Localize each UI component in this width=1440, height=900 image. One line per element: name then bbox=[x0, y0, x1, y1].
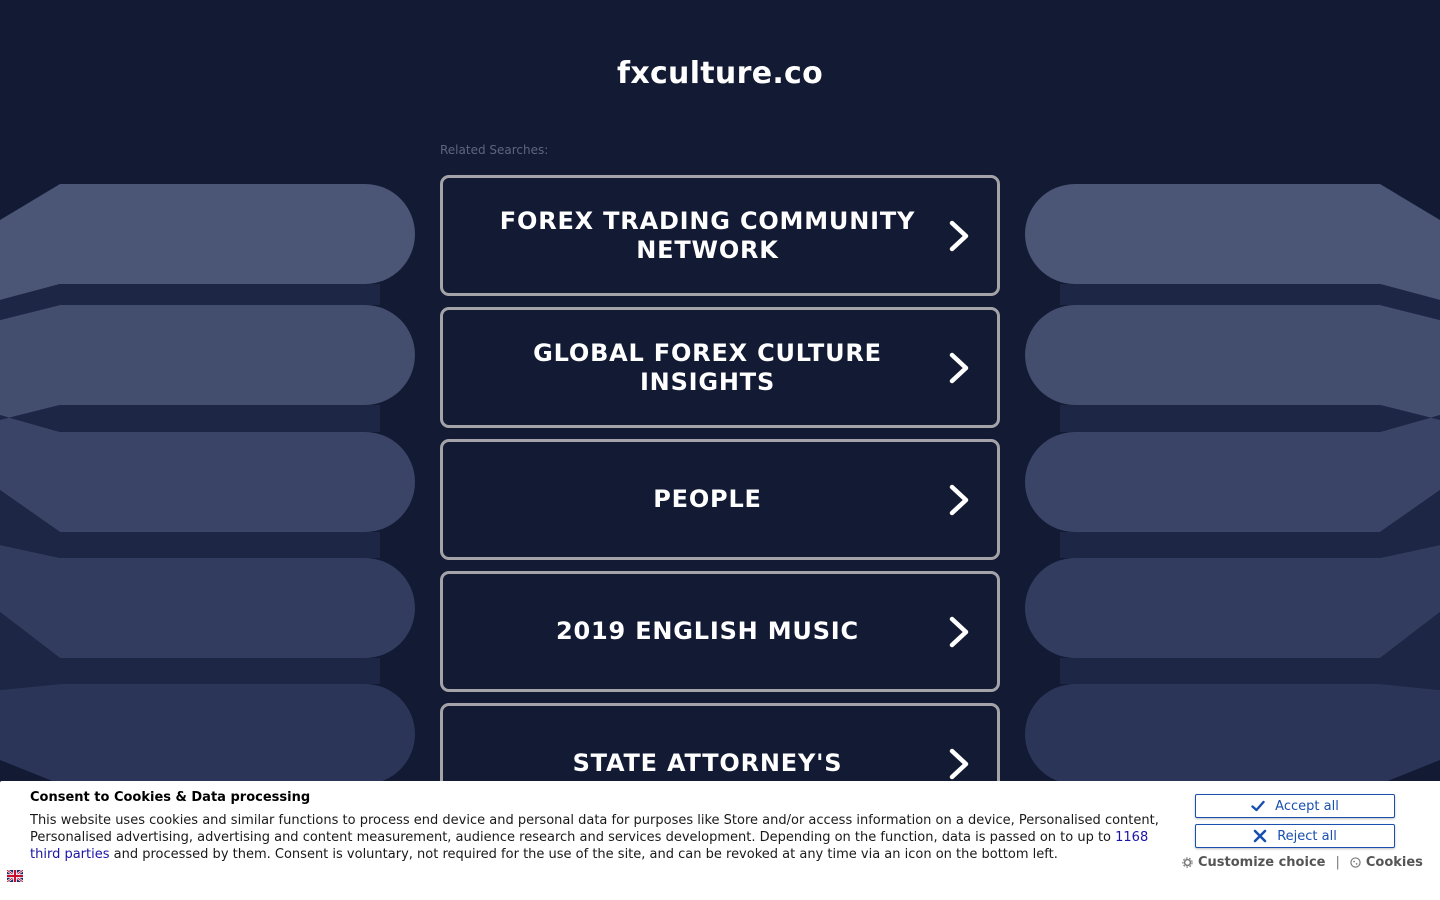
related-search-label: STATE ATTORNEY'S bbox=[572, 749, 843, 777]
chevron-right-icon bbox=[949, 220, 969, 251]
related-search-label: FOREX TRADING COMMUNITY NETWORK bbox=[499, 206, 916, 264]
cookies-label: Cookies bbox=[1365, 855, 1423, 870]
chevron-right-icon bbox=[949, 352, 969, 383]
related-searches-label: Related Searches: bbox=[440, 143, 549, 157]
related-search-link[interactable]: 2019 ENGLISH MUSIC bbox=[440, 571, 1000, 692]
consent-title: Consent to Cookies & Data processing bbox=[30, 790, 311, 805]
related-search-label: GLOBAL FOREX CULTURE INSIGHTS bbox=[533, 338, 882, 396]
customize-choice-label: Customize choice bbox=[1198, 855, 1326, 870]
cookie-consent-banner: Consent to Cookies & Data processing Thi… bbox=[0, 781, 1440, 900]
reject-all-label: Reject all bbox=[1277, 828, 1337, 844]
related-search-link[interactable]: FOREX TRADING COMMUNITY NETWORK bbox=[440, 175, 1000, 296]
checkmark-icon bbox=[1251, 800, 1265, 812]
related-searches: Related Searches: FOREX TRADING COMMUNIT… bbox=[440, 143, 1000, 835]
uk-flag-icon[interactable] bbox=[7, 870, 23, 882]
related-search-link[interactable]: GLOBAL FOREX CULTURE INSIGHTS bbox=[440, 307, 1000, 428]
cookies-link[interactable]: Cookies bbox=[1350, 855, 1423, 870]
consent-text-part: This website uses cookies and similar fu… bbox=[30, 813, 1159, 845]
chevron-right-icon bbox=[949, 484, 969, 515]
consent-description: This website uses cookies and similar fu… bbox=[30, 812, 1165, 863]
customize-choice-link[interactable]: Customize choice bbox=[1182, 855, 1325, 870]
site-header: fxculture.co bbox=[0, 56, 1440, 91]
related-search-link[interactable]: PEOPLE bbox=[440, 439, 1000, 560]
accept-all-button[interactable]: Accept all bbox=[1195, 794, 1395, 818]
close-icon bbox=[1253, 829, 1267, 843]
reject-all-button[interactable]: Reject all bbox=[1195, 824, 1395, 848]
related-search-label: 2019 ENGLISH MUSIC bbox=[556, 617, 859, 645]
chevron-right-icon bbox=[949, 616, 969, 647]
related-search-label: PEOPLE bbox=[653, 485, 762, 513]
domain-title: fxculture.co bbox=[616, 56, 824, 91]
gear-icon bbox=[1182, 857, 1193, 868]
consent-secondary-links: Customize choice | Cookies bbox=[1182, 855, 1423, 870]
chevron-right-icon bbox=[949, 748, 969, 779]
consent-text-part: and processed by them. Consent is volunt… bbox=[109, 847, 1058, 862]
link-separator: | bbox=[1335, 855, 1340, 870]
accept-all-label: Accept all bbox=[1275, 798, 1339, 814]
cookie-icon bbox=[1350, 857, 1361, 868]
